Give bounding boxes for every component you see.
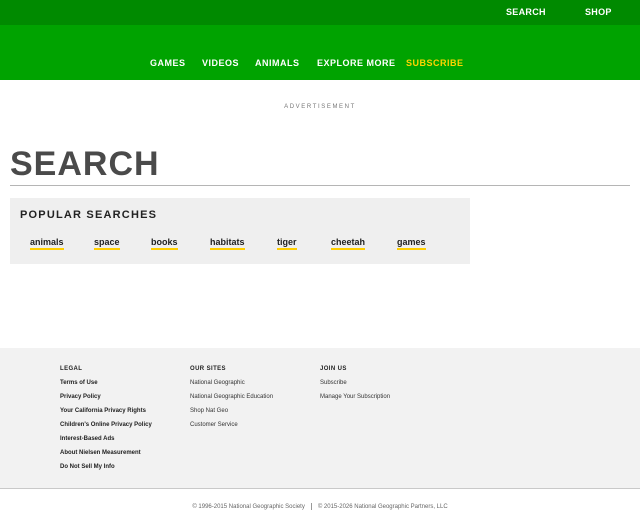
title-divider: [10, 185, 630, 186]
footer-heading-our-sites: OUR SITES: [190, 366, 226, 372]
copyright-partners: © 2015-2026 National Geographic Partners…: [317, 504, 448, 511]
footer-link-nielsen[interactable]: About Nielsen Measurement: [60, 450, 152, 464]
popular-term-space[interactable]: space: [94, 237, 120, 250]
footer-link-california-privacy[interactable]: Your California Privacy Rights: [60, 408, 152, 422]
footer: LEGAL Terms of Use Privacy Policy Your C…: [0, 348, 640, 488]
copyright-line: © 1996-2015 National Geographic Society ©…: [0, 503, 640, 510]
search-link[interactable]: SEARCH: [506, 7, 546, 17]
footer-link-natgeo-education[interactable]: National Geographic Education: [190, 394, 273, 408]
shop-link[interactable]: SHOP: [585, 7, 612, 17]
popular-term-animals[interactable]: animals: [30, 237, 64, 250]
nav-item-videos[interactable]: VIDEOS: [202, 58, 239, 68]
copyright-separator: [310, 503, 312, 510]
popular-term-games[interactable]: games: [397, 237, 426, 250]
footer-heading-join-us: JOIN US: [320, 366, 347, 372]
footer-divider: [0, 488, 640, 489]
advertisement-label: ADVERTISEMENT: [284, 104, 356, 110]
footer-link-manage-subscription[interactable]: Manage Your Subscription: [320, 394, 390, 408]
footer-link-do-not-sell[interactable]: Do Not Sell My Info: [60, 464, 152, 478]
footer-column-legal: LEGAL Terms of Use Privacy Policy Your C…: [60, 366, 152, 478]
footer-link-terms[interactable]: Terms of Use: [60, 380, 152, 394]
footer-column-our-sites: OUR SITES National Geographic National G…: [190, 366, 273, 436]
nav-item-subscribe[interactable]: SUBSCRIBE: [406, 58, 464, 68]
popular-searches-panel: POPULAR SEARCHES animals space books hab…: [10, 198, 470, 264]
nav-item-animals[interactable]: ANIMALS: [255, 58, 300, 68]
footer-link-national-geographic[interactable]: National Geographic: [190, 380, 273, 394]
nav-item-explore-more[interactable]: EXPLORE MORE: [317, 58, 396, 68]
copyright-society: © 1996-2015 National Geographic Society: [192, 504, 305, 511]
popular-term-books[interactable]: books: [151, 237, 178, 250]
page-title: SEARCH: [10, 145, 160, 183]
footer-link-shop-nat-geo[interactable]: Shop Nat Geo: [190, 408, 273, 422]
footer-link-interest-ads[interactable]: Interest-Based Ads: [60, 436, 152, 450]
popular-searches-heading: POPULAR SEARCHES: [20, 209, 158, 221]
popular-term-tiger[interactable]: tiger: [277, 237, 297, 250]
footer-link-childrens-privacy[interactable]: Children's Online Privacy Policy: [60, 422, 152, 436]
footer-link-subscribe[interactable]: Subscribe: [320, 380, 390, 394]
footer-heading-legal: LEGAL: [60, 366, 83, 372]
footer-link-privacy-policy[interactable]: Privacy Policy: [60, 394, 152, 408]
popular-term-cheetah[interactable]: cheetah: [331, 237, 366, 250]
main-nav: GAMES VIDEOS ANIMALS EXPLORE MORE SUBSCR…: [0, 25, 640, 80]
nav-item-games[interactable]: GAMES: [150, 58, 186, 68]
popular-term-habitats[interactable]: habitats: [210, 237, 245, 250]
top-bar: SEARCH SHOP: [0, 0, 640, 25]
footer-link-customer-service[interactable]: Customer Service: [190, 422, 273, 436]
footer-column-join-us: JOIN US Subscribe Manage Your Subscripti…: [320, 366, 390, 408]
